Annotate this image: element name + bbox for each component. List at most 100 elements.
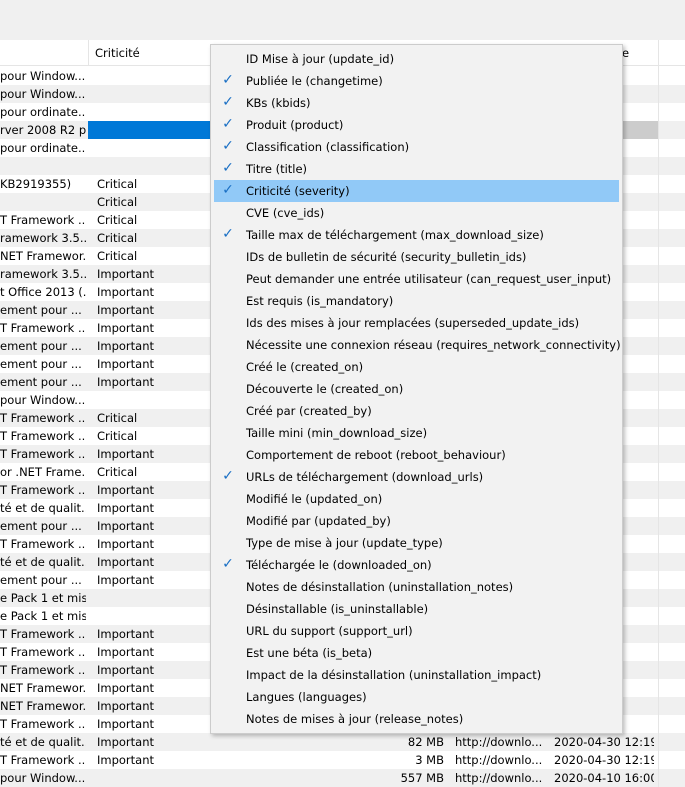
menu-item-label: Modifié par (updated_by) [246,514,391,528]
cell-title: or .NET Frame... [0,465,86,479]
menu-item[interactable]: ✓ Classification (classification) [214,136,619,158]
cell-criticite: Critical [97,465,138,479]
check-icon: ✓ [222,116,234,132]
menu-item[interactable]: Découverte le (created_on) [214,378,619,400]
check-icon: ✓ [222,94,234,110]
cell-criticite: Important [97,447,155,461]
table-row[interactable]: té et de qualit... Important 82 MB http://d… [0,733,685,751]
cell-criticite: Important [97,699,155,713]
cell-title: NET Framewor... [0,699,86,713]
menu-item[interactable]: ✓ Téléchargée le (downloaded_on) [214,554,619,576]
menu-item[interactable]: Notes de désinstallation (uninstallation… [214,576,619,598]
cell-title: T Framework ... [0,213,86,227]
menu-item-label: Impact de la désinstallation (uninstalla… [246,668,542,682]
cell-url: http://downlo... [455,771,543,785]
menu-item[interactable]: ✓ URLs de téléchargement (download_urls) [214,466,619,488]
menu-item[interactable]: Désinstallable (is_uninstallable) [214,598,619,620]
table-row[interactable]: T Framework ... Important 3 MB http://downl… [0,751,685,769]
column-header-criticite[interactable]: Criticité [95,46,140,60]
cell-criticite: Critical [97,411,138,425]
cell-criticite: Important [97,483,155,497]
selected-cell [623,121,658,139]
menu-item[interactable]: Comportement de reboot (reboot_behaviour… [214,444,619,466]
menu-item[interactable]: Langues (languages) [214,686,619,708]
menu-item-label: Taille mini (min_download_size) [246,426,428,440]
cell-title: pour Window... [0,87,86,101]
menu-item[interactable]: Créé par (created_by) [214,400,619,422]
cell-criticite: Important [97,537,155,551]
menu-item[interactable]: ✓ Titre (title) [214,158,619,180]
menu-item[interactable]: IDs de bulletin de sécurité (security_bu… [214,246,619,268]
menu-item-label: Produit (product) [246,118,344,132]
menu-item-label: Ids des mises à jour remplacées (superse… [246,316,580,330]
cell-title: ement pour ... [0,375,82,389]
menu-item[interactable]: ✓ Criticité (severity) [214,180,619,202]
menu-item-label: Publiée le (changetime) [246,74,383,88]
menu-item[interactable]: Ids des mises à jour remplacées (superse… [214,312,619,334]
cell-criticite: Important [97,735,155,749]
menu-item[interactable]: URL du support (support_url) [214,620,619,642]
menu-item-label: Nécessite une connexion réseau (requires… [246,338,621,352]
menu-item[interactable]: Type de mise à jour (update_type) [214,532,619,554]
check-icon: ✓ [222,182,234,198]
menu-item[interactable]: Créé le (created_on) [214,356,619,378]
menu-item-label: Titre (title) [246,162,308,176]
menu-item-label: Désinstallable (is_uninstallable) [246,602,429,616]
menu-item-label: Type de mise à jour (update_type) [246,536,443,550]
cell-title: T Framework ... [0,429,86,443]
table-row[interactable]: pour Window... 557 MB http://downlo... 2020… [0,769,685,787]
cell-title: pour Window... [0,69,86,83]
column-divider[interactable] [88,40,89,66]
cell-title: T Framework ... [0,717,86,731]
menu-item-label: IDs de bulletin de sécurité (security_bu… [246,250,527,264]
cell-title: T Framework ... [0,663,86,677]
menu-item[interactable]: CVE (cve_ids) [214,202,619,224]
cell-title: ramework 3.5... [0,267,86,281]
cell-criticite: Important [97,321,155,335]
cell-size: 82 MB [407,735,444,749]
menu-item[interactable]: Modifié par (updated_by) [214,510,619,532]
cell-title: pour Window... [0,771,86,785]
cell-criticite: Important [97,501,155,515]
menu-item-label: Est une béta (is_beta) [246,646,373,660]
cell-size: 3 MB [415,753,444,767]
cell-title: ement pour ... [0,303,82,317]
check-icon: ✓ [222,556,234,572]
cell-title: té et de qualit... [0,555,86,569]
menu-item-label: Taille max de téléchargement (max_downlo… [246,228,544,242]
menu-item[interactable]: Est une béta (is_beta) [214,642,619,664]
menu-item[interactable]: ✓ Taille max de téléchargement (max_downl… [214,224,619,246]
menu-item[interactable]: ID Mise à jour (update_id) [214,48,619,70]
cell-title: T Framework ... [0,537,86,551]
cell-title: ement pour ... [0,573,82,587]
menu-item[interactable]: ✓ Produit (product) [214,114,619,136]
grid-line [658,40,659,787]
check-icon: ✓ [222,72,234,88]
cell-url: http://downlo... [455,753,543,767]
cell-criticite: Important [97,519,155,533]
cell-title: NET Framewor... [0,249,86,263]
menu-item[interactable]: ✓ KBs (kbids) [214,92,619,114]
cell-title: té et de qualit... [0,501,86,515]
cell-criticite: Important [97,717,155,731]
menu-item-label: Notes de désinstallation (uninstallation… [246,580,514,594]
menu-item[interactable]: Nécessite une connexion réseau (requires… [214,334,621,356]
menu-item-label: Classification (classification) [246,140,410,154]
menu-item-label: CVE (cve_ids) [246,206,325,220]
cell-title: e Pack 1 et mis... [0,591,86,605]
menu-item[interactable]: Modifié le (updated_on) [214,488,619,510]
menu-item[interactable]: Taille mini (min_download_size) [214,422,619,444]
cell-criticite: Critical [97,195,138,209]
cell-criticite: Important [97,681,155,695]
menu-item[interactable]: Est requis (is_mandatory) [214,290,619,312]
menu-item[interactable]: ✓ Publiée le (changetime) [214,70,619,92]
column-header-date[interactable]: e [622,46,629,60]
menu-item[interactable]: Notes de mises à jour (release_notes) [214,708,619,730]
menu-item[interactable]: Peut demander une entrée utilisateur (ca… [214,268,619,290]
cell-criticite: Important [97,555,155,569]
menu-item[interactable]: Impact de la désinstallation (uninstalla… [214,664,619,686]
cell-title: ement pour ... [0,339,82,353]
cell-title: KB2919355) [0,177,72,191]
column-chooser-menu: ID Mise à jour (update_id) ✓ Publiée le (c… [210,44,623,734]
cell-title: T Framework ... [0,645,86,659]
